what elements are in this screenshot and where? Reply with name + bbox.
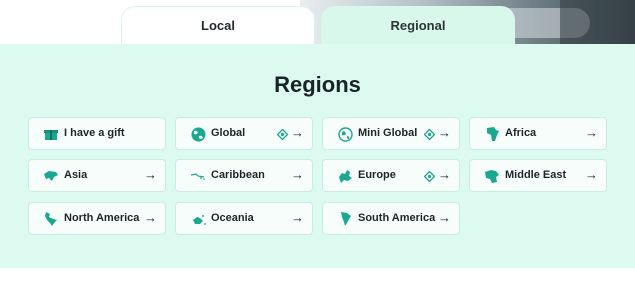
arrow-right-icon: →: [438, 210, 451, 225]
gift-icon: [43, 126, 59, 142]
region-label: Africa: [505, 127, 537, 139]
tab-local[interactable]: Local: [121, 6, 315, 44]
middle-east-map-icon: [484, 168, 500, 184]
region-label: North America: [64, 212, 140, 224]
region-label: Oceania: [211, 212, 254, 224]
arrow-right-icon: →: [291, 125, 304, 140]
region-card-gift[interactable]: I have a gift: [28, 117, 166, 150]
region-label: Global: [211, 127, 246, 139]
region-card-europe[interactable]: Europe →: [322, 159, 460, 192]
mini-globe-icon: [337, 126, 353, 142]
region-card-south-america[interactable]: South America →: [322, 202, 460, 235]
oceania-map-icon: [190, 211, 206, 227]
arrow-right-icon: →: [585, 167, 598, 182]
arrow-right-icon: →: [144, 167, 157, 182]
tab-bar: Local Regional: [0, 6, 635, 44]
region-card-mini-global[interactable]: Mini Global →: [322, 117, 460, 150]
region-label: Middle East: [505, 169, 567, 181]
europe-map-icon: [337, 168, 353, 184]
arrow-right-icon: →: [585, 125, 598, 140]
caribbean-map-icon: [190, 168, 206, 184]
south-america-map-icon: [337, 211, 353, 227]
region-label: Caribbean: [211, 169, 265, 181]
region-label: I have a gift: [64, 127, 125, 139]
region-label: South America: [358, 212, 436, 224]
esim-icon: [423, 128, 435, 140]
esim-icon: [276, 128, 288, 140]
region-label: Europe: [358, 169, 396, 181]
region-card-global[interactable]: Global →: [175, 117, 313, 150]
asia-map-icon: [43, 168, 59, 184]
africa-map-icon: [484, 126, 500, 142]
esim-icon: [423, 170, 435, 182]
arrow-right-icon: →: [438, 125, 451, 140]
section-title: Regions: [274, 72, 361, 97]
arrow-right-icon: →: [144, 210, 157, 225]
region-label: Mini Global: [358, 127, 418, 139]
region-card-africa[interactable]: Africa →: [469, 117, 607, 150]
north-america-map-icon: [43, 211, 59, 227]
region-card-oceania[interactable]: Oceania →: [175, 202, 313, 235]
region-card-asia[interactable]: Asia →: [28, 159, 166, 192]
globe-icon: [190, 126, 206, 142]
arrow-right-icon: →: [291, 210, 304, 225]
region-card-north-america[interactable]: North America →: [28, 202, 166, 235]
arrow-right-icon: →: [438, 167, 451, 182]
arrow-right-icon: →: [291, 167, 304, 182]
region-label: Asia: [64, 169, 88, 181]
region-card-middle-east[interactable]: Middle East →: [469, 159, 607, 192]
tab-regional[interactable]: Regional: [321, 6, 515, 44]
region-card-caribbean[interactable]: Caribbean →: [175, 159, 313, 192]
